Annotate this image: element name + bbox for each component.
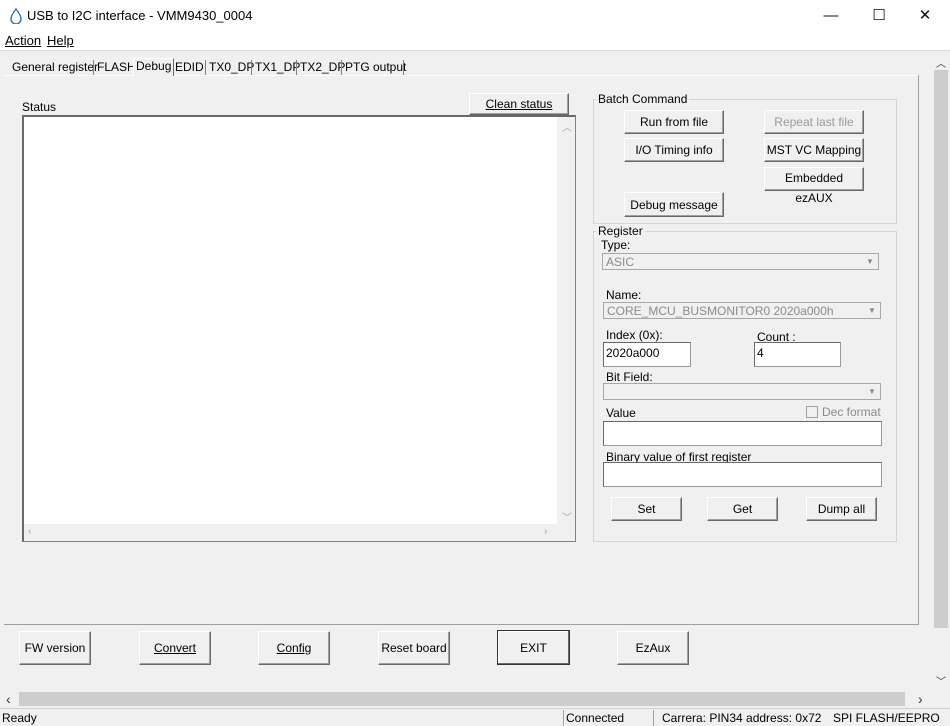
count-field[interactable]: 4 <box>754 342 841 367</box>
scroll-right-icon[interactable]: › <box>918 691 923 707</box>
scroll-down-icon[interactable]: ﹀ <box>936 673 946 688</box>
exit-button[interactable]: EXIT <box>497 630 570 665</box>
statusbar-divider <box>653 710 654 726</box>
tab-divider <box>93 60 94 75</box>
register-title: Register <box>596 224 645 238</box>
tab-tx2-dp[interactable]: TX2_DP <box>298 60 347 76</box>
scroll-corner <box>557 524 575 541</box>
name-value: CORE_MCU_BUSMONITOR0 2020a000h <box>607 304 834 318</box>
status-horizontal-scrollbar[interactable]: ‹ › <box>24 524 557 541</box>
name-select[interactable]: CORE_MCU_BUSMONITOR0 2020a000h ▼ <box>603 302 881 319</box>
batch-command-title: Batch Command <box>596 92 690 106</box>
chevron-down-icon[interactable]: ▼ <box>865 385 879 399</box>
window-title: USB to I2C interface - VMM9430_0004 <box>27 8 253 23</box>
menu-help-label: Help <box>47 33 74 48</box>
menu-bar <box>0 32 950 50</box>
tab-edid[interactable]: EDID <box>173 60 206 76</box>
app-icon <box>10 8 22 24</box>
minimize-button[interactable]: — <box>808 0 854 32</box>
tab-debug[interactable]: Debug <box>133 58 175 76</box>
tab-divider <box>296 60 297 75</box>
scroll-down-icon[interactable]: ﹀ <box>562 509 572 524</box>
value-field[interactable] <box>603 421 882 446</box>
statusbar-divider <box>563 710 564 726</box>
menu-action-label: Action <box>5 33 42 48</box>
mst-vc-mapping-button[interactable]: MST VC Mapping <box>764 138 864 162</box>
scroll-up-icon[interactable]: ︿ <box>562 119 572 134</box>
convert-label: Convert <box>153 641 197 655</box>
binary-value-field[interactable] <box>603 462 882 487</box>
index-field[interactable]: 2020a000 <box>603 342 691 367</box>
bit-field-label: Bit Field: <box>606 370 653 384</box>
vertical-scroll-thumb[interactable] <box>934 70 948 628</box>
status-carrera: Carrera: PIN34 address: 0x72 <box>662 711 822 725</box>
tab-flash[interactable]: FLASH <box>95 60 138 76</box>
tab-divider <box>341 60 342 75</box>
close-button[interactable]: ✕ <box>902 0 948 32</box>
clean-status-button[interactable]: Clean status <box>469 93 569 115</box>
run-from-file-button[interactable]: Run from file <box>624 110 724 134</box>
value-label: Value <box>606 406 636 420</box>
config-button[interactable]: Config <box>258 631 330 665</box>
status-textarea[interactable] <box>22 115 576 542</box>
dec-format-label: Dec format <box>822 405 881 419</box>
tab-divider <box>205 60 206 75</box>
status-label: Status <box>22 100 57 114</box>
status-vertical-scrollbar[interactable]: ︿ ﹀ <box>557 117 575 524</box>
menu-action[interactable]: Action <box>5 33 41 48</box>
status-spi-flash: SPI FLASH/EEPRO <box>833 711 940 725</box>
scroll-left-icon[interactable]: ‹ <box>28 526 31 537</box>
debug-message-button[interactable]: Debug message <box>624 192 724 217</box>
chevron-down-icon[interactable]: ▼ <box>863 255 877 269</box>
config-label: Config <box>276 641 312 655</box>
type-label: Type: <box>601 238 631 252</box>
fw-version-button[interactable]: FW version <box>19 631 91 665</box>
bit-field-select[interactable]: ▼ <box>603 383 881 400</box>
menu-help[interactable]: Help <box>47 33 74 48</box>
tab-divider <box>251 60 252 75</box>
scroll-right-icon[interactable]: › <box>544 526 547 537</box>
scroll-left-icon[interactable]: ‹ <box>6 691 11 707</box>
clean-status-label: Clean status <box>485 97 553 111</box>
menu-divider <box>0 50 950 51</box>
get-button[interactable]: Get <box>707 497 778 521</box>
repeat-last-file-button[interactable]: Repeat last file <box>764 110 864 134</box>
chevron-down-icon[interactable]: ▼ <box>865 304 879 318</box>
tab-tx1-dp[interactable]: TX1_DP <box>253 60 302 76</box>
embedded-ezaux-button[interactable]: Embedded ezAUX <box>764 167 864 205</box>
set-button[interactable]: Set <box>611 497 682 521</box>
io-timing-info-button[interactable]: I/O Timing info <box>624 138 724 162</box>
ezaux-button[interactable]: EzAux <box>617 631 689 665</box>
tab-ptg-output[interactable]: PTG output <box>343 60 408 76</box>
dec-format-checkbox[interactable] <box>806 406 818 418</box>
horizontal-scroll-thumb[interactable] <box>19 692 905 706</box>
status-ready: Ready <box>2 711 37 725</box>
index-label: Index (0x): <box>606 328 663 342</box>
reset-board-button[interactable]: Reset board <box>378 631 450 665</box>
tab-tx0-dp[interactable]: TX0_DP <box>207 60 256 76</box>
convert-button[interactable]: Convert <box>139 631 211 665</box>
status-connected: Connected <box>566 711 625 725</box>
maximize-button[interactable]: ☐ <box>856 0 902 32</box>
tab-general-register[interactable]: General register <box>10 60 100 76</box>
name-label: Name: <box>606 288 642 302</box>
type-select[interactable]: ASIC ▼ <box>602 253 879 270</box>
type-value: ASIC <box>606 255 635 269</box>
tab-divider <box>403 60 404 75</box>
scroll-up-icon[interactable]: ︿ <box>936 55 946 70</box>
dump-all-button[interactable]: Dump all <box>806 497 877 521</box>
